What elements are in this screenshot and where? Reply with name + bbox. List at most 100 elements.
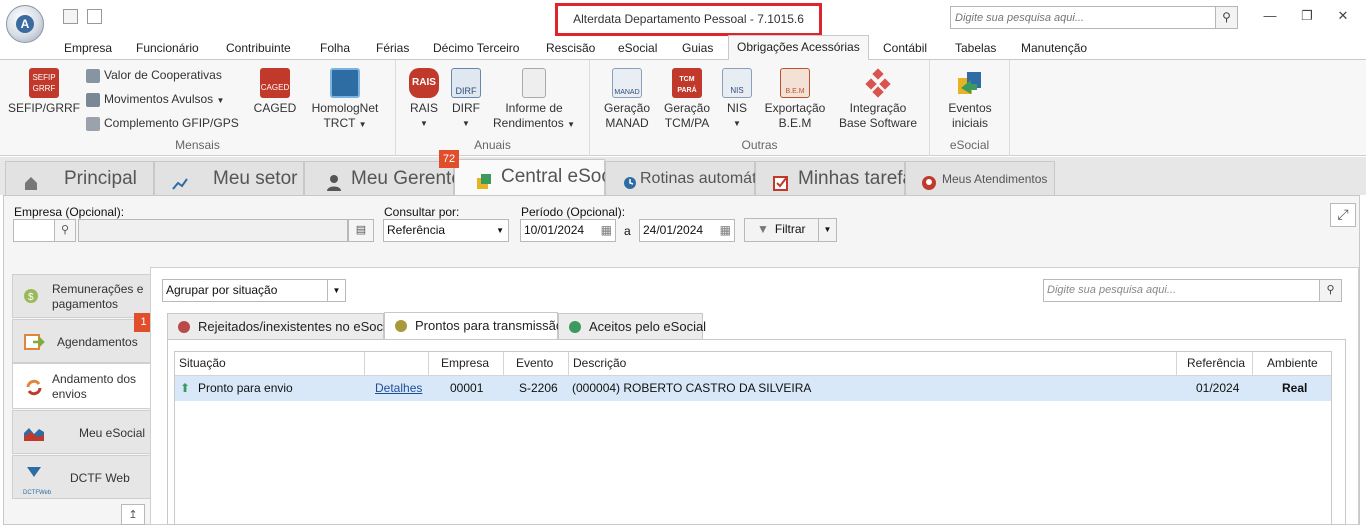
geracao-tcm-pa-button[interactable]: TCM PARÁ Geração TCM/PA [660, 68, 714, 131]
sefip-icon: SEFIP GRRF [29, 68, 59, 98]
menu-guias[interactable]: Guias [682, 40, 713, 60]
table-row[interactable]: ⬆ Pronto para envio Detalhes 00001 S-220… [175, 376, 1331, 401]
empresa-list-icon[interactable]: ▤ [348, 219, 374, 242]
calendar-arrow-icon [23, 332, 45, 352]
tab-meu-gerente[interactable]: Meu Gerente [304, 161, 462, 195]
nav-remuneracoes-pagamentos[interactable]: $ Remunerações e pagamentos [12, 274, 151, 318]
filtrar-label: Filtrar [774, 222, 806, 236]
tab-rotinas-automaticas[interactable]: Rotinas automáticas [605, 161, 785, 195]
filtrar-button[interactable]: ▼ Filtrar ▼ [744, 218, 837, 242]
close-icon[interactable]: ✕ [1333, 7, 1353, 25]
menu-empresa[interactable]: Empresa [64, 40, 112, 60]
integracao-base-software-button[interactable]: Integração Base Software [836, 68, 920, 131]
tab-notification-badge: 72 [439, 150, 459, 168]
chevron-down-icon[interactable]: ▼ [818, 219, 836, 241]
integration-icon [863, 68, 893, 98]
main-tabs: Principal Meu setor Meu Gerente Central … [0, 150, 1366, 196]
global-search[interactable]: ⚲ [950, 6, 1238, 29]
menu-manutencao[interactable]: Manutenção [1021, 40, 1087, 60]
tab-principal[interactable]: Principal [5, 161, 154, 195]
dirf-button[interactable]: DIRF DIRF ▼ [448, 68, 484, 131]
nav-label: DCTF Web [70, 471, 130, 485]
search-icon[interactable]: ⚲ [1319, 280, 1341, 301]
col-detalhes[interactable] [365, 352, 429, 376]
group-by-select[interactable]: Agrupar por situação ▼ [162, 279, 346, 302]
search-icon[interactable]: ⚲ [1215, 7, 1237, 28]
calendar-icon[interactable]: ▦ [601, 220, 612, 241]
nav-andamento-envios[interactable]: Andamento dos envios [12, 363, 152, 409]
nis-label: NIS [726, 101, 747, 115]
col-evento[interactable]: Evento [504, 352, 569, 376]
empresa-search-button[interactable]: ⚲ [54, 219, 76, 242]
grid-icon[interactable] [63, 9, 78, 24]
tab-central-esocial[interactable]: Central eSocial [454, 159, 630, 196]
document-icon[interactable] [87, 9, 102, 24]
expand-icon[interactable]: ⤢ [1330, 203, 1356, 227]
scroll-top-icon[interactable]: ↥ [121, 504, 145, 525]
manad-icon: MANAD [612, 68, 642, 98]
panel-search-input[interactable]: Digite sua pesquisa aqui... ⚲ [1043, 279, 1342, 302]
eventos-iniciais-button[interactable]: Eventos iniciais [940, 68, 1000, 131]
empresa-code-input[interactable] [13, 219, 55, 242]
group-label-outras: Outras [741, 138, 778, 152]
tab-prontos-transmissao[interactable]: Prontos para transmissão [384, 312, 563, 340]
minimize-icon[interactable]: — [1260, 7, 1280, 25]
ribbon-group-anuais: RAIS RAIS ▼ DIRF DIRF ▼ Informe de Rendi… [396, 60, 590, 156]
menu-obrigacoes-acessorias[interactable]: Obrigações Acessórias [728, 35, 869, 61]
tab-aceitos[interactable]: Aceitos pelo eSocial [558, 313, 706, 340]
col-descricao[interactable]: Descrição [569, 352, 1177, 376]
valor-cooperativas-label: Valor de Cooperativas [104, 68, 222, 82]
col-ambiente[interactable]: Ambiente [1253, 352, 1331, 376]
col-referencia[interactable]: Referência [1177, 352, 1253, 376]
menu-tabelas[interactable]: Tabelas [955, 40, 996, 60]
calendar-icon[interactable]: ▦ [720, 220, 731, 241]
users-icon [86, 68, 100, 83]
tab-meu-setor[interactable]: Meu setor [154, 161, 304, 195]
detalhes-link[interactable]: Detalhes [375, 376, 422, 401]
homolognet-button[interactable]: HomologNet TRCT ▼ [306, 68, 384, 132]
col-situacao[interactable]: Situação [175, 352, 365, 376]
menu-decimo-terceiro[interactable]: Décimo Terceiro [433, 40, 519, 60]
esocial-icon [475, 168, 493, 189]
col-empresa[interactable]: Empresa [429, 352, 504, 376]
app-logo-icon: A [16, 15, 34, 33]
nav-agendamentos[interactable]: Agendamentos [12, 319, 151, 363]
rais-button[interactable]: RAIS RAIS ▼ [406, 68, 442, 131]
complemento-gfip-gps-button[interactable]: Complemento GFIP/GPS [86, 112, 239, 134]
movimentos-avulsos-button[interactable]: Movimentos Avulsos ▼ [86, 88, 224, 110]
menu-esocial[interactable]: eSocial [618, 40, 657, 60]
tab-minhas-tarefas[interactable]: Minhas tarefas [755, 161, 923, 195]
caged-button[interactable]: CAGED CAGED [252, 68, 298, 116]
menu-contribuinte[interactable]: Contribuinte [226, 40, 291, 60]
consultar-select[interactable]: Referência ▼ [383, 219, 509, 242]
tab-rejeitados[interactable]: Rejeitados/inexistentes no eSocial [167, 313, 396, 340]
nav-meu-esocial[interactable]: Meu eSocial [12, 410, 151, 454]
nis-button[interactable]: NIS NIS ▼ [722, 68, 752, 131]
geracao-manad-button[interactable]: MANAD Geração MANAD [602, 68, 652, 131]
global-search-input[interactable] [951, 7, 1215, 28]
caged-icon: CAGED [260, 68, 290, 98]
date-from-input[interactable]: 10/01/2024 ▦ [520, 219, 616, 242]
restore-icon[interactable]: ❐ [1297, 7, 1317, 25]
exportacao-bem-button[interactable]: B.E.M Exportação B.E.M [762, 68, 828, 131]
menu-folha[interactable]: Folha [320, 40, 350, 60]
menu-funcionario[interactable]: Funcionário [136, 40, 199, 60]
filter-icon: ▼ [757, 222, 769, 236]
valor-cooperativas-button[interactable]: Valor de Cooperativas [86, 64, 222, 86]
person-icon [325, 170, 343, 191]
tab-prontos-label: Prontos para transmissão [415, 318, 564, 333]
date-to-value: 24/01/2024 [643, 223, 704, 237]
cell-ambiente: Real [1282, 381, 1308, 395]
menu-ferias[interactable]: Férias [376, 40, 409, 60]
tab-meu-setor-label: Meu setor [213, 168, 298, 189]
sefip-grrf-button[interactable]: SEFIP GRRF SEFIP/GRRF [8, 68, 80, 116]
date-to-input[interactable]: 24/01/2024 ▦ [639, 219, 735, 242]
informe-rendimentos-button[interactable]: Informe de Rendimentos ▼ [492, 68, 576, 132]
menu-rescisao[interactable]: Rescisão [546, 40, 595, 60]
refresh-icon [23, 377, 45, 397]
app-menu-button[interactable]: A [6, 5, 44, 43]
tab-meus-atendimentos[interactable]: Meus Atendimentos [905, 161, 1055, 195]
area-chart-icon [23, 423, 45, 443]
menu-contabil[interactable]: Contábil [883, 40, 927, 60]
nav-dctf-web[interactable]: DCTFWeb DCTF Web [12, 455, 151, 499]
